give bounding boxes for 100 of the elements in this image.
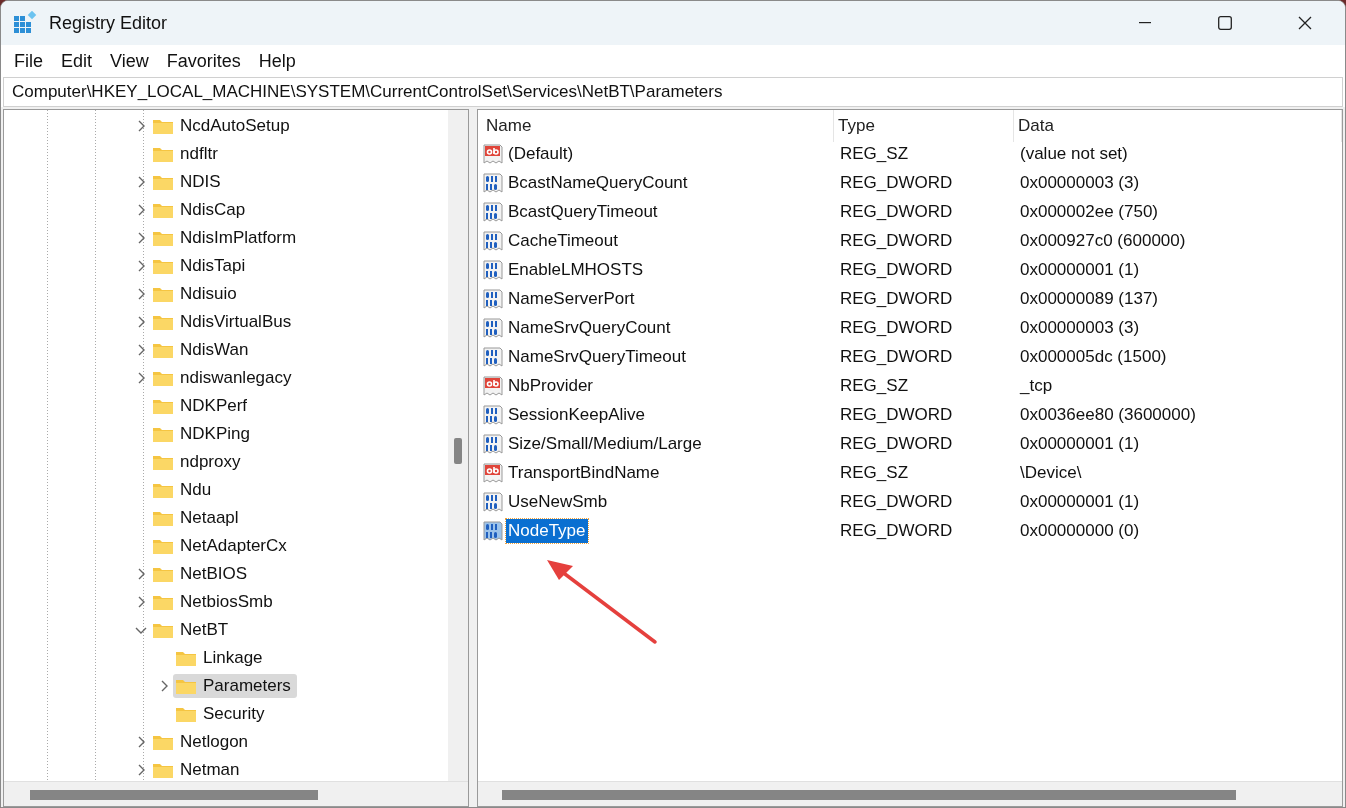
- folder-icon: [152, 201, 174, 219]
- value-type: REG_DWORD: [839, 200, 954, 223]
- value-name[interactable]: SessionKeepAlive: [506, 402, 648, 427]
- value-name[interactable]: NameSrvQueryTimeout: [506, 344, 688, 369]
- value-data: _tcp: [1018, 374, 1054, 397]
- tree-item[interactable]: Security: [173, 702, 271, 726]
- tree-item[interactable]: NcdAutoSetup: [150, 114, 296, 138]
- tree-item[interactable]: Parameters: [173, 674, 297, 698]
- value-name[interactable]: BcastQueryTimeout: [506, 199, 660, 224]
- binary-value-icon: [482, 287, 504, 310]
- horizontal-scrollbar[interactable]: [478, 781, 1342, 806]
- value-data: (value not set): [1019, 142, 1129, 165]
- tree-item[interactable]: ndiswanlegacy: [150, 366, 298, 390]
- tree-item[interactable]: Linkage: [173, 646, 269, 670]
- folder-icon: [152, 257, 174, 275]
- registry-app-icon: [13, 11, 37, 35]
- value-name[interactable]: UseNewSmb: [506, 489, 610, 514]
- binary-value-icon: [482, 229, 504, 252]
- folder-icon: [152, 117, 174, 135]
- value-name[interactable]: NameServerPort: [506, 286, 637, 311]
- value-data: 0x000927c0 (600000): [1019, 229, 1187, 252]
- column-header[interactable]: Type: [834, 110, 1014, 142]
- binary-value-icon: [482, 258, 504, 281]
- value-type: REG_SZ: [839, 374, 910, 397]
- tree-item[interactable]: Netlogon: [150, 730, 255, 754]
- menu-item[interactable]: Help: [249, 48, 305, 74]
- horizontal-scrollbar[interactable]: [4, 781, 468, 806]
- value-name[interactable]: NameSrvQueryCount: [506, 315, 673, 340]
- tree-item[interactable]: NDKPerf: [150, 394, 254, 418]
- binary-value-icon: [482, 403, 504, 426]
- address-field[interactable]: Computer\HKEY_LOCAL_MACHINE\SYSTEM\CurrentControlSet\Services\NetBT\Parameters: [3, 77, 1343, 107]
- value-name[interactable]: TransportBindName: [506, 460, 662, 485]
- binary-value-icon: [482, 432, 504, 455]
- tree-item[interactable]: NdisImPlatform: [150, 226, 303, 250]
- value-name[interactable]: EnableLMHOSTS: [506, 257, 646, 282]
- string-value-icon: [482, 461, 504, 484]
- folder-icon: [152, 425, 174, 443]
- tree-item[interactable]: NdisWan: [150, 338, 255, 362]
- value-name[interactable]: CacheTimeout: [506, 228, 620, 253]
- value-data: 0x000005dc (1500): [1019, 345, 1168, 368]
- folder-icon: [152, 565, 174, 583]
- folder-icon: [152, 621, 174, 639]
- value-type: REG_DWORD: [839, 229, 954, 252]
- value-data: 0x00000001 (1): [1019, 258, 1141, 281]
- folder-icon: [152, 509, 174, 527]
- value-type: REG_DWORD: [839, 287, 954, 310]
- folder-icon: [152, 229, 174, 247]
- close-icon: [1298, 16, 1312, 30]
- tree-item[interactable]: NDKPing: [150, 422, 256, 446]
- tree-item[interactable]: NetbiosSmb: [150, 590, 279, 614]
- tree-item[interactable]: NetBT: [150, 618, 235, 642]
- value-type: REG_SZ: [839, 461, 910, 484]
- folder-icon: [175, 677, 197, 695]
- tree-item[interactable]: Ndisuio: [150, 282, 243, 306]
- value-data: 0x00000000 (0): [1019, 519, 1141, 542]
- folder-icon: [152, 397, 174, 415]
- tree-item[interactable]: NetBIOS: [150, 562, 254, 586]
- value-data: \Device\: [1019, 461, 1083, 484]
- value-name[interactable]: NodeType: [506, 518, 588, 543]
- folder-icon: [175, 649, 197, 667]
- tree-item[interactable]: Netaapl: [150, 506, 245, 530]
- menu-item[interactable]: View: [101, 48, 158, 74]
- tree-item[interactable]: NetAdapterCx: [150, 534, 293, 558]
- binary-value-icon: [482, 200, 504, 223]
- binary-value-icon: [482, 519, 504, 542]
- value-data: 0x0036ee80 (3600000): [1019, 403, 1197, 426]
- folder-icon: [152, 537, 174, 555]
- value-name[interactable]: Size/Small/Medium/Large: [506, 431, 704, 456]
- menu-item[interactable]: File: [5, 48, 52, 74]
- tree-item[interactable]: ndfltr: [150, 142, 224, 166]
- value-data: 0x00000001 (1): [1019, 432, 1141, 455]
- binary-value-icon: [482, 316, 504, 339]
- column-header[interactable]: Name: [482, 110, 834, 142]
- menu-item[interactable]: Edit: [52, 48, 102, 74]
- folder-icon: [152, 481, 174, 499]
- string-value-icon: [482, 374, 504, 397]
- folder-icon: [175, 705, 197, 723]
- value-data: 0x000002ee (750): [1019, 200, 1159, 223]
- menu-item[interactable]: Favorites: [157, 48, 250, 74]
- maximize-icon: [1218, 16, 1232, 30]
- folder-icon: [152, 369, 174, 387]
- window-title: Registry Editor: [49, 12, 169, 34]
- value-name[interactable]: (Default): [506, 141, 576, 166]
- tree-item[interactable]: NDIS: [150, 170, 227, 194]
- value-name[interactable]: NbProvider: [506, 373, 596, 398]
- string-value-icon: [482, 142, 504, 165]
- folder-icon: [152, 453, 174, 471]
- binary-value-icon: [482, 171, 504, 194]
- folder-icon: [152, 341, 174, 359]
- tree-item[interactable]: NdisTapi: [150, 254, 252, 278]
- column-header[interactable]: Data: [1014, 110, 1342, 142]
- value-name[interactable]: BcastNameQueryCount: [506, 170, 690, 195]
- value-type: REG_DWORD: [839, 258, 954, 281]
- tree-item[interactable]: NdisCap: [150, 198, 252, 222]
- folder-icon: [152, 593, 174, 611]
- tree-item[interactable]: NdisVirtualBus: [150, 310, 298, 334]
- tree-item[interactable]: Ndu: [150, 478, 218, 502]
- tree-item[interactable]: ndproxy: [150, 450, 247, 474]
- value-data: 0x00000003 (3): [1019, 171, 1141, 194]
- folder-icon: [152, 761, 174, 779]
